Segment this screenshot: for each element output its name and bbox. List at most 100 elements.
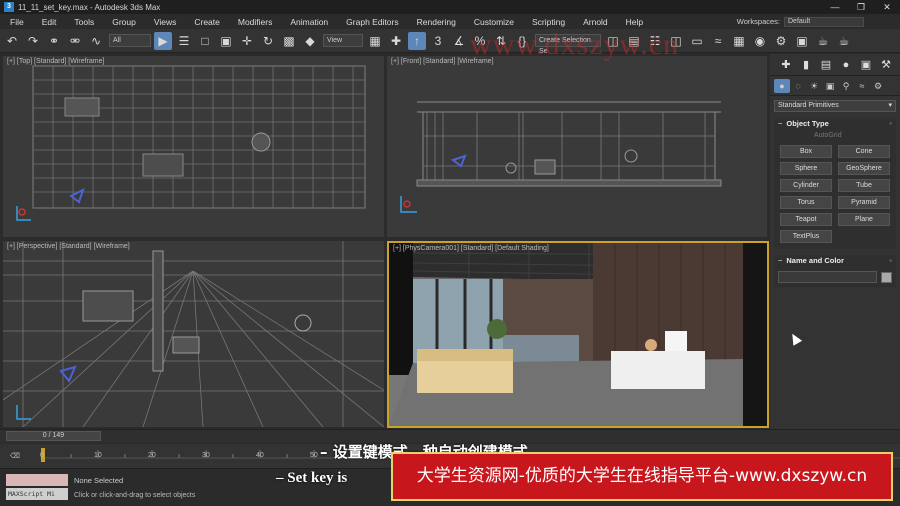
viewport-camera[interactable]: [+] [PhysCamera001] [Standard] [Default …	[387, 241, 769, 428]
helpers-icon[interactable]: ⚲	[838, 79, 854, 93]
viewport-front-label[interactable]: [+] [Front] [Standard] [Wireframe]	[391, 58, 494, 65]
object-type-header[interactable]: Object Type	[774, 118, 896, 130]
rotate-icon[interactable]: ↻	[259, 32, 277, 50]
pivot-icon[interactable]: ▦	[366, 32, 384, 50]
render-setup-icon[interactable]: ⚙	[772, 32, 790, 50]
box-button[interactable]: Box	[780, 145, 832, 158]
close-button[interactable]: ✕	[874, 0, 900, 14]
window-title: 11_11_set_key.max - Autodesk 3ds Max	[18, 2, 161, 12]
object-type-rollout: Object Type AutoGrid Box Cone Sphere Geo…	[774, 118, 896, 249]
textplus-button[interactable]: TextPlus	[780, 230, 832, 243]
primitive-type-dropdown[interactable]: Standard Primitives	[774, 100, 896, 112]
tube-button[interactable]: Tube	[838, 179, 890, 192]
shapes-icon[interactable]: ◌	[790, 79, 806, 93]
bind-space-warp-icon[interactable]: ∿	[87, 32, 105, 50]
menu-tools[interactable]: Tools	[65, 17, 103, 27]
workspace-dropdown[interactable]: Default	[784, 16, 864, 27]
cylinder-button[interactable]: Cylinder	[780, 179, 832, 192]
snaps-toggle-icon[interactable]: 3	[429, 32, 447, 50]
render-iterative-icon[interactable]: ☕	[835, 32, 853, 50]
space-warps-icon[interactable]: ≈	[854, 79, 870, 93]
subtitle-english: – Set key is	[276, 470, 348, 486]
curve-editor-icon[interactable]: ≈	[709, 32, 727, 50]
camera-render	[389, 243, 767, 426]
maxscript-listener-swatch[interactable]	[6, 474, 68, 486]
window-controls: — ❐ ✕	[822, 0, 900, 14]
viewport-front[interactable]: [+] [Front] [Standard] [Wireframe]	[387, 56, 767, 237]
menu-group[interactable]: Group	[103, 17, 145, 27]
object-color-swatch[interactable]	[881, 271, 892, 283]
promo-banner: 大学生资源网-优质的大学生在线指导平台-www.dxszyw.cn	[391, 452, 893, 501]
schematic-view-icon[interactable]: ▦	[730, 32, 748, 50]
menu-scripting[interactable]: Scripting	[523, 17, 574, 27]
object-name-input[interactable]	[778, 271, 878, 283]
menu-customize[interactable]: Customize	[465, 17, 523, 27]
select-manipulate-icon[interactable]: ✚	[387, 32, 405, 50]
cone-button[interactable]: Cone	[838, 145, 890, 158]
geometry-icon[interactable]: ●	[774, 78, 790, 93]
scale-icon[interactable]: ▩	[280, 32, 298, 50]
pyramid-button[interactable]: Pyramid	[838, 196, 890, 209]
rectangular-selection-icon[interactable]: □	[196, 32, 214, 50]
material-editor-icon[interactable]: ◉	[751, 32, 769, 50]
geosphere-button[interactable]: GeoSphere	[838, 162, 890, 175]
teapot-button[interactable]: Teapot	[780, 213, 832, 226]
time-slider[interactable]: 0 / 149	[6, 431, 101, 441]
rendered-frame-window-icon[interactable]: ▣	[793, 32, 811, 50]
viewport-perspective-label[interactable]: [+] [Perspective] [Standard] [Wireframe]	[7, 243, 130, 250]
ribbon-icon[interactable]: ▭	[688, 32, 706, 50]
motion-tab-icon[interactable]: ●	[836, 59, 856, 71]
move-icon[interactable]: ✛	[238, 32, 256, 50]
placement-icon[interactable]: ◆	[301, 32, 319, 50]
menu-help[interactable]: Help	[617, 17, 652, 27]
viewport-perspective[interactable]: [+] [Perspective] [Standard] [Wireframe]	[3, 241, 384, 427]
viewport-top[interactable]: [+] [Top] [Standard] [Wireframe]	[3, 56, 384, 237]
utilities-tab-icon[interactable]: ⚒	[876, 58, 896, 71]
name-and-color-header[interactable]: Name and Color	[774, 255, 896, 267]
plane-button[interactable]: Plane	[838, 213, 890, 226]
hierarchy-tab-icon[interactable]: ▤	[816, 58, 836, 71]
select-by-name-icon[interactable]: ☰	[175, 32, 193, 50]
tick-label-50: 50	[310, 452, 318, 459]
selection-filter-dropdown[interactable]: All	[109, 34, 151, 47]
undo-icon[interactable]: ↶	[3, 32, 21, 50]
redo-icon[interactable]: ↷	[24, 32, 42, 50]
viewport-camera-label[interactable]: [+] [PhysCamera001] [Standard] [Default …	[393, 245, 549, 252]
object-buttons: Box Cone Sphere GeoSphere Cylinder Tube …	[774, 141, 896, 249]
autogrid-checkbox[interactable]: AutoGrid	[774, 130, 896, 141]
render-production-icon[interactable]: ☕	[814, 32, 832, 50]
menu-animation[interactable]: Animation	[281, 17, 337, 27]
title-bar: 3 11_11_set_key.max - Autodesk 3ds Max —…	[0, 0, 900, 14]
app-logo-icon: 3	[4, 2, 14, 12]
torus-button[interactable]: Torus	[780, 196, 832, 209]
lights-icon[interactable]: ☀	[806, 79, 822, 93]
window-crossing-icon[interactable]: ▣	[217, 32, 235, 50]
sphere-button[interactable]: Sphere	[780, 162, 832, 175]
viewport-top-label[interactable]: [+] [Top] [Standard] [Wireframe]	[7, 58, 104, 65]
unlink-icon[interactable]: ⚮	[66, 32, 84, 50]
systems-icon[interactable]: ⚙	[870, 79, 886, 93]
minimize-button[interactable]: —	[822, 0, 848, 14]
menu-edit[interactable]: Edit	[33, 17, 66, 27]
menu-rendering[interactable]: Rendering	[408, 17, 465, 27]
maximize-button[interactable]: ❐	[848, 0, 874, 14]
maxscript-mini-listener[interactable]: MAXScript Mi	[6, 488, 68, 500]
link-icon[interactable]: ⚭	[45, 32, 63, 50]
angle-snap-icon[interactable]: ∡	[450, 32, 468, 50]
menu-arnold[interactable]: Arnold	[574, 17, 617, 27]
command-panel-tabs: ✚ ▮ ▤ ● ▣ ⚒	[770, 54, 900, 76]
modify-tab-icon[interactable]: ▮	[796, 58, 816, 71]
cameras-icon[interactable]: ▣	[822, 79, 838, 93]
select-object-icon[interactable]: ▶	[154, 31, 172, 50]
tick-label-40: 40	[256, 452, 264, 459]
keyboard-shortcut-toggle-icon[interactable]: ↑	[408, 31, 426, 50]
display-tab-icon[interactable]: ▣	[856, 58, 876, 71]
menu-file[interactable]: File	[0, 17, 33, 27]
menu-graph-editors[interactable]: Graph Editors	[337, 17, 407, 27]
create-tab-icon[interactable]: ✚	[776, 58, 796, 71]
menu-modifiers[interactable]: Modifiers	[229, 17, 281, 27]
menu-views[interactable]: Views	[145, 17, 186, 27]
reference-coord-dropdown[interactable]: View	[323, 34, 363, 47]
menu-create[interactable]: Create	[185, 17, 229, 27]
prompt-hint: Click or click-and-drag to select object…	[74, 492, 196, 499]
